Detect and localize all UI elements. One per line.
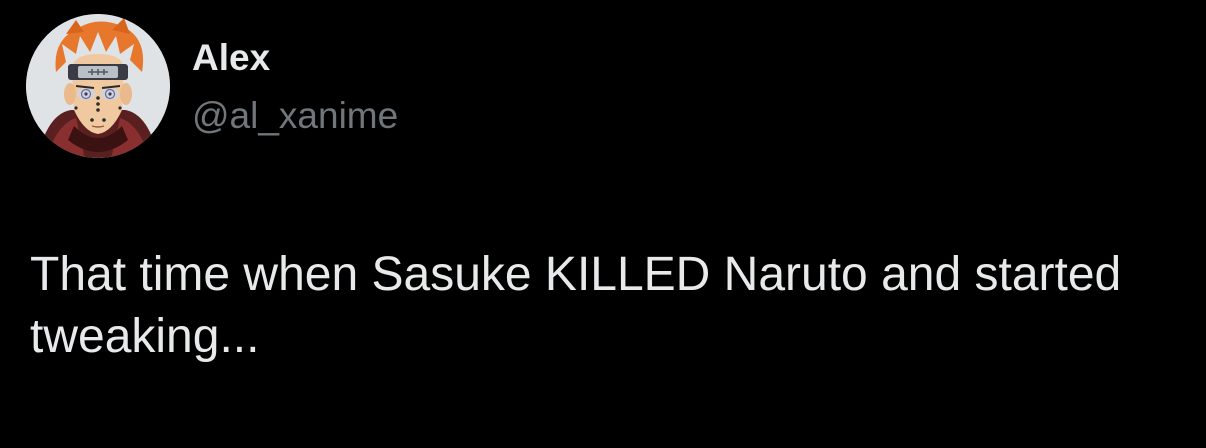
display-name[interactable]: Alex xyxy=(192,36,398,80)
anime-character-avatar-icon xyxy=(26,14,170,158)
tweet-text: That time when Sasuke KILLED Naruto and … xyxy=(30,248,1122,363)
user-handle[interactable]: @al_xanime xyxy=(192,94,398,138)
author-info: Alex @al_xanime xyxy=(192,36,398,138)
tweet-card: Alex @al_xanime That time when Sasuke KI… xyxy=(0,0,1206,448)
avatar[interactable] xyxy=(26,14,170,158)
